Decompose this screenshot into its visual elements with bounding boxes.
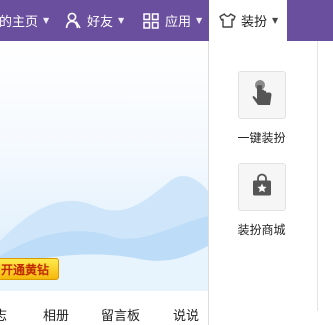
dress-dropdown-menu: 一键装扮 装扮商城 [208,41,313,325]
chevron-down-icon: ▼ [196,16,203,25]
dropdown-item-label: 装扮商城 [237,223,286,237]
divider [317,41,318,311]
nav-dress[interactable]: 装扮 ▼ [209,0,287,41]
nav-home[interactable]: 的主页 ▼ [0,0,49,41]
nav-apps-label: 应用 [165,15,192,30]
tab-album[interactable]: 相册 [43,305,69,324]
grid-icon [142,12,160,30]
right-sidebar-background [313,41,333,325]
open-vip-label: 开通黄钻 [1,262,50,277]
nav-friends[interactable]: 好友 ▼ [64,0,124,41]
nav-home-label: 的主页 [0,15,39,30]
dress-mall-tile[interactable] [238,163,286,211]
person-icon [64,12,82,30]
tab-blog[interactable]: 志 [0,305,7,324]
tab-guestbook[interactable]: 留言板 [101,305,140,324]
nav-dress-label: 装扮 [241,15,268,30]
nav-friends-label: 好友 [87,15,114,30]
cover-background [0,41,208,291]
tab-status[interactable]: 说说 [173,305,199,324]
tshirt-icon [218,12,236,30]
one-click-dress-tile[interactable] [238,71,286,119]
chevron-down-icon: ▼ [43,16,50,25]
chevron-down-icon: ▼ [272,16,279,25]
top-navigation-bar: 的主页 ▼ 好友 ▼ 应用 ▼ 装扮 ▼ [0,0,333,41]
profile-page: 开通黄钻 志 相册 留言板 说说 [0,41,208,325]
open-vip-button[interactable]: 开通黄钻 [0,258,59,280]
profile-tabs: 志 相册 留言板 说说 [0,291,208,325]
nav-apps[interactable]: 应用 ▼ [142,0,202,41]
dropdown-item-label: 一键装扮 [237,131,286,145]
hand-tap-icon [249,79,275,111]
chevron-down-icon: ▼ [118,16,125,25]
shopping-bag-star-icon [250,173,274,201]
